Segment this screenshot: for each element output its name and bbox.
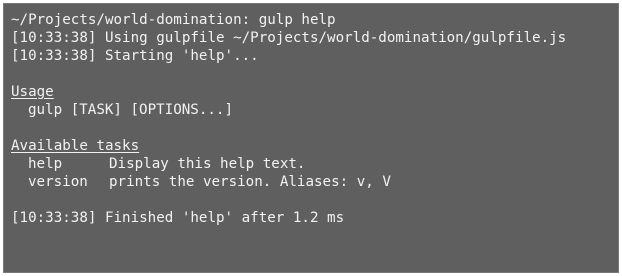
log-line-starting: [10:33:38] Starting 'help'...	[11, 48, 259, 64]
terminal-window[interactable]: ~/Projects/world-domination: gulp help […	[3, 3, 619, 273]
log-line-using-gulpfile: [10:33:38] Using gulpfile ~/Projects/wor…	[11, 30, 567, 46]
tasks-heading: Available tasks	[11, 138, 140, 154]
usage-heading: Usage	[11, 84, 54, 100]
log-line-finished: [10:33:38] Finished 'help' after 1.2 ms	[11, 210, 345, 226]
task-description: prints the version. Aliases: v, V	[109, 174, 391, 190]
task-name: version	[28, 174, 88, 190]
task-description: Display this help text.	[109, 156, 306, 172]
task-row-help: help Display this help text.	[11, 155, 618, 173]
usage-text: gulp [TASK] [OPTIONS...]	[28, 102, 233, 118]
task-name: help	[28, 156, 63, 172]
usage-heading-line: Usage	[11, 83, 618, 101]
tasks-heading-line: Available tasks	[11, 137, 618, 155]
prompt-line: ~/Projects/world-domination: gulp help	[11, 12, 336, 28]
task-row-version: version prints the version. Aliases: v, V	[11, 173, 618, 191]
usage-line: gulp [TASK] [OPTIONS...]	[11, 101, 618, 119]
